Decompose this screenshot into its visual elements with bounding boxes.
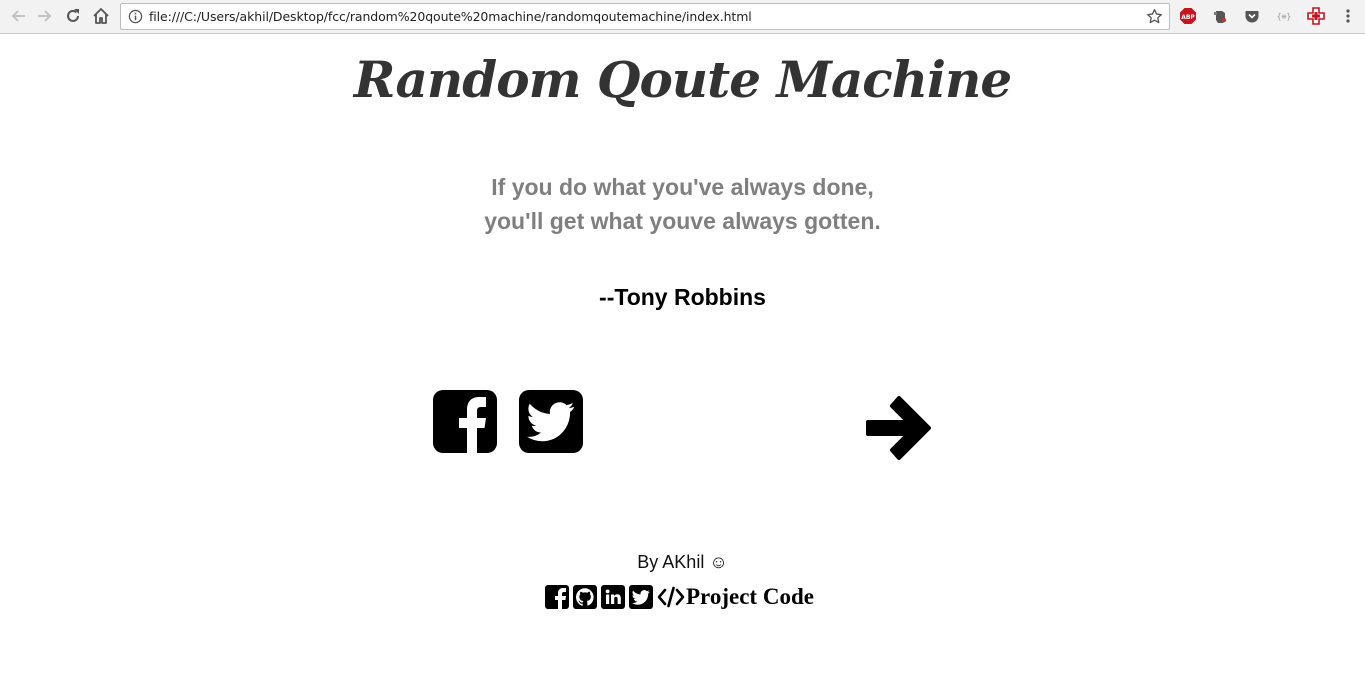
browser-toolbar: file:///C:/Users/akhil/Desktop/fcc/rando… (0, 0, 1365, 34)
arrow-right-icon (866, 396, 931, 460)
footer-github-link[interactable] (573, 585, 597, 609)
info-icon[interactable] (128, 9, 143, 24)
github-icon (576, 588, 594, 606)
footer-links: Project Code (545, 584, 814, 610)
extension-red-icon (1307, 7, 1325, 25)
pocket-extension[interactable] (1242, 6, 1262, 26)
linkedin-icon (605, 589, 621, 604)
facebook-icon (555, 588, 566, 609)
twitter-icon (527, 401, 575, 441)
reload-icon (67, 9, 79, 22)
twitter-icon (632, 589, 650, 605)
adblock-icon: ABP (1180, 8, 1196, 24)
project-code-link[interactable]: Project Code (686, 584, 814, 610)
star-icon[interactable] (1146, 8, 1163, 25)
red-cross-extension[interactable] (1306, 6, 1326, 26)
quote-line-2: you'll get what youve always gotten. (484, 208, 881, 234)
adblock-label: ABP (1181, 14, 1195, 21)
code-icon (657, 585, 685, 609)
quote-text: If you do what you've always done, you'l… (0, 170, 1365, 238)
evernote-extension[interactable] (1210, 6, 1230, 26)
adblock-extension[interactable]: ABP (1178, 6, 1198, 26)
pocket-icon (1245, 11, 1259, 23)
home-button[interactable] (90, 5, 112, 27)
next-quote-button[interactable] (862, 393, 932, 463)
url-text[interactable]: file:///C:/Users/akhil/Desktop/fcc/rando… (149, 9, 752, 24)
evernote-icon (1214, 11, 1227, 23)
author-byline: By AKhil ☺ (637, 552, 728, 572)
footer-linkedin-link[interactable] (601, 585, 625, 609)
quote-author: --Tony Robbins (599, 284, 766, 310)
reload-button[interactable] (62, 5, 84, 27)
share-twitter-button[interactable] (519, 390, 583, 453)
page-title: Random Qoute Machine (353, 50, 1012, 109)
forward-icon (38, 10, 52, 22)
chrome-menu-button[interactable] (1338, 6, 1358, 26)
address-bar[interactable]: file:///C:/Users/akhil/Desktop/fcc/rando… (120, 3, 1170, 30)
menu-icon (1346, 9, 1350, 23)
back-icon (11, 10, 25, 22)
quote-line-1: If you do what you've always done, (491, 174, 874, 200)
json-viewer-icon: {≡} (1276, 11, 1292, 21)
home-icon (93, 8, 109, 24)
footer-facebook-link[interactable] (545, 585, 569, 609)
share-facebook-button[interactable] (433, 390, 497, 453)
json-viewer-extension[interactable]: {≡} (1274, 6, 1294, 26)
facebook-icon (459, 397, 486, 453)
back-button[interactable] (7, 5, 29, 27)
footer-twitter-link[interactable] (629, 585, 653, 609)
forward-button[interactable] (34, 5, 56, 27)
